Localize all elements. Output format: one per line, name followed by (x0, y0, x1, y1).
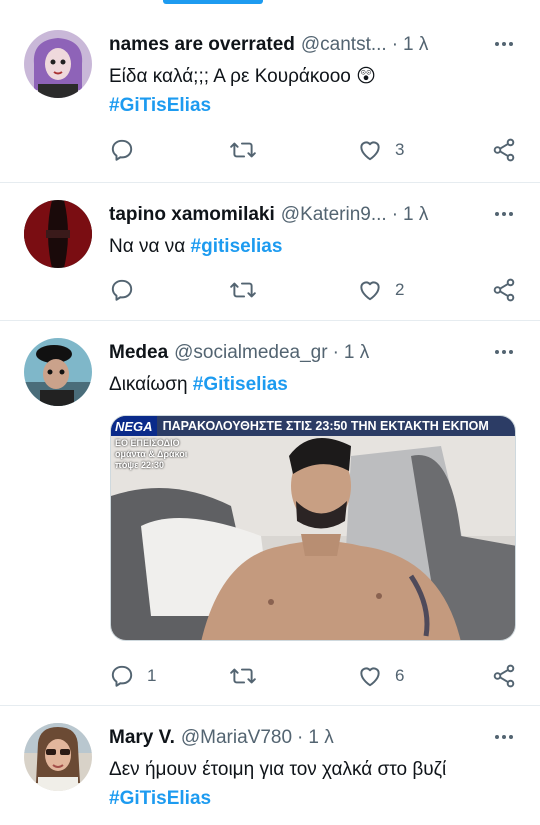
author-handle[interactable]: @MariaV780 (181, 727, 292, 749)
like-count: 2 (395, 280, 405, 299)
author-handle[interactable]: @socialmedea_gr (174, 342, 327, 364)
timestamp[interactable]: 1 λ (344, 342, 369, 364)
tweet-body: Δικαίωση (109, 374, 193, 395)
reply-icon (111, 139, 133, 161)
avatar[interactable] (24, 30, 92, 98)
author-name[interactable]: names are overrated (109, 34, 295, 56)
heart-icon (360, 141, 380, 161)
avatar[interactable] (24, 200, 92, 268)
avatar[interactable] (24, 723, 92, 791)
more-icon[interactable] (490, 32, 518, 56)
share-button[interactable] (491, 661, 517, 691)
author-handle[interactable]: @cantst... (301, 34, 387, 56)
timestamp[interactable]: 1 λ (403, 34, 428, 56)
subtitle-line: πόψε 22:30 (115, 460, 164, 470)
hashtag-link[interactable]: #GiTisElias (109, 95, 211, 116)
retweet-button[interactable] (229, 135, 257, 165)
share-icon (493, 664, 515, 688)
tweet-body: Να να να (109, 236, 191, 257)
like-count: 6 (395, 666, 405, 685)
timestamp[interactable]: 1 λ (308, 727, 333, 749)
hashtag-link[interactable]: #gitiselias (191, 236, 283, 257)
heart-icon (360, 281, 380, 301)
author-handle[interactable]: @Katerin9... (281, 204, 387, 226)
channel-logo: NEGA (111, 416, 157, 436)
share-button[interactable] (491, 275, 517, 305)
retweet-button[interactable] (229, 661, 257, 691)
share-icon (493, 138, 515, 162)
separator-dot: · (332, 342, 339, 363)
banner-text: ΠΑΡΑΚΟΛΟΥΘΗΣΤΕ ΣΤΙΣ 23:50 ΤΗΝ ΕΚΤΑΚΤΗ ΕΚ… (162, 419, 489, 433)
reply-icon (111, 279, 133, 301)
retweet-icon (230, 142, 256, 158)
retweet-icon (230, 282, 256, 298)
timestamp[interactable]: 1 λ (403, 204, 428, 226)
like-button[interactable]: 6 (357, 661, 404, 691)
reply-icon (111, 665, 133, 687)
more-icon[interactable] (490, 340, 518, 364)
retweet-icon (230, 668, 256, 684)
separator-dot: · (297, 727, 304, 748)
separator-dot: · (391, 204, 399, 225)
reply-button[interactable] (109, 135, 135, 165)
author-name[interactable]: tapino xamomilaki (109, 204, 275, 226)
retweet-button[interactable] (229, 275, 257, 305)
tweet-2[interactable]: tapino xamomilaki @Katerin9... · 1 λ Να … (0, 183, 540, 321)
separator-dot: · (391, 34, 399, 55)
tweet-4[interactable]: Mary V. @MariaV780 · 1 λ Δεν ήμουν έτοιμ… (0, 706, 540, 825)
subtitle-line: ομάντα & Δράκοι (115, 449, 188, 459)
reply-count: 1 (147, 666, 157, 685)
author-name[interactable]: Medea (109, 342, 168, 364)
tweet-media-image[interactable]: NEGA ΠΑΡΑΚΟΛΟΥΘΗΣΤΕ ΣΤΙΣ 23:50 ΤΗΝ ΕΚΤΑΚ… (110, 415, 516, 641)
share-button[interactable] (491, 135, 517, 165)
hashtag-link[interactable]: #Gitiselias (193, 374, 288, 395)
like-count: 3 (395, 140, 405, 159)
tweet-body: Είδα καλά;;; Α ρε Κουράκοοο 😲 (109, 66, 376, 87)
reply-button[interactable] (109, 275, 135, 305)
like-button[interactable]: 2 (357, 275, 404, 305)
tv-subtitle: ΕΟ ΕΠΕΙΣΟΔΙΟ ομάντα & Δράκοι πόψε 22:30 (115, 438, 187, 471)
tweet-text: Να να να #gitiselias (109, 232, 522, 261)
heart-icon (360, 667, 380, 687)
hashtag-link[interactable]: #GiTisElias (109, 788, 211, 809)
avatar[interactable] (24, 338, 92, 406)
subtitle-line: ΕΟ ΕΠΕΙΣΟΔΙΟ (115, 438, 180, 448)
tweet-text: Δικαίωση #Gitiselias (109, 370, 522, 399)
tweet-text: Δεν ήμουν έτοιμη για τον χαλκά στο βυζί … (109, 755, 522, 813)
like-button[interactable]: 3 (357, 135, 404, 165)
reply-button[interactable]: 1 (109, 661, 156, 691)
tweet-3[interactable]: Medea @socialmedea_gr · 1 λ Δικαίωση #Gi… (0, 321, 540, 706)
tv-banner: NEGA ΠΑΡΑΚΟΛΟΥΘΗΣΤΕ ΣΤΙΣ 23:50 ΤΗΝ ΕΚΤΑΚ… (111, 416, 515, 436)
more-icon[interactable] (490, 202, 518, 226)
tweet-body: Δεν ήμουν έτοιμη για τον χαλκά στο βυζί (109, 759, 447, 780)
author-name[interactable]: Mary V. (109, 727, 175, 749)
more-icon[interactable] (490, 725, 518, 749)
share-icon (493, 278, 515, 302)
tweet-1[interactable]: names are overrated @cantst... · 1 λ Είδ… (0, 0, 540, 183)
tweet-text: Είδα καλά;;; Α ρε Κουράκοοο 😲 #GiTisElia… (109, 62, 522, 120)
